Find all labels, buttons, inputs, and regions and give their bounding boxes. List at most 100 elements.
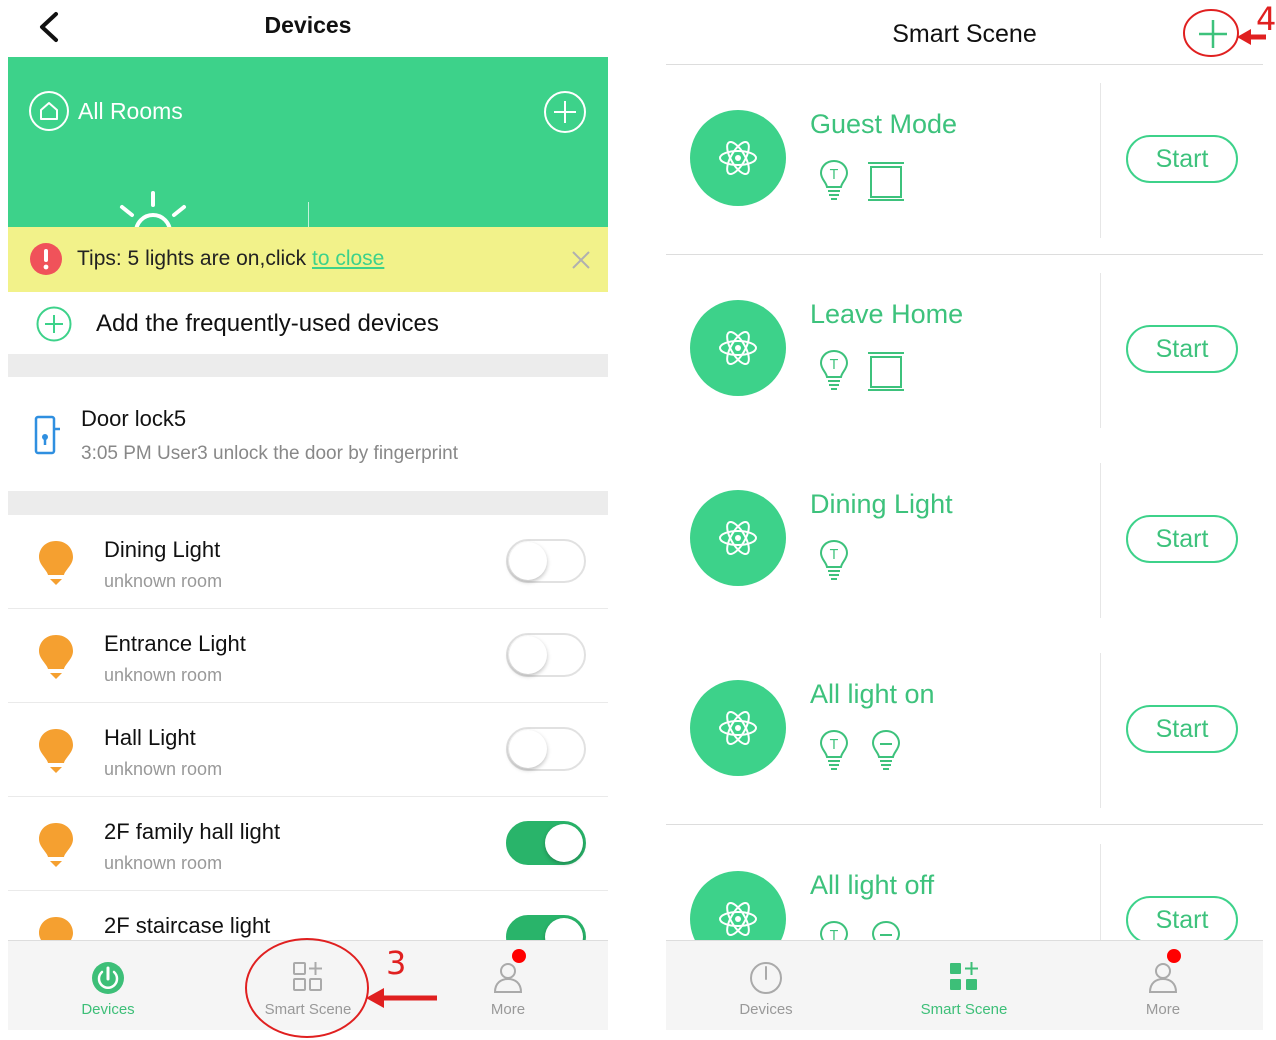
tab-smart-scene[interactable]: Smart Scene [864,941,1064,1030]
scene-name: All light on [810,679,935,709]
device-name: 2F staircase light [104,913,271,938]
tab-more[interactable]: More [1063,941,1263,1030]
device-toggle[interactable] [506,727,586,771]
scene-row[interactable]: Guest Mode T Start [666,65,1263,255]
home-icon[interactable] [28,90,70,132]
start-button[interactable]: Start [1126,325,1238,373]
device-toggle[interactable] [506,633,586,677]
all-rooms-label[interactable]: All Rooms [78,98,183,125]
tab-label: More [1145,1001,1181,1018]
row-divider [666,824,1263,825]
tab-bar: Devices Smart Scene More [8,940,608,1030]
section-separator [8,491,608,515]
start-button[interactable]: Start [1126,896,1238,944]
toggle-knob [509,542,547,580]
start-button[interactable]: Start [1126,705,1238,753]
tips-message: Tips: 5 lights are on,click [77,247,312,270]
scene-grid-icon [950,962,978,990]
screenshot-stage: Devices All Rooms Tips: 5 lights are on,… [0,0,1276,1040]
scene-row[interactable]: All light on T Start [666,635,1263,825]
tab-label: More [490,1001,526,1018]
scene-avatar [690,490,786,586]
device-row[interactable]: 2F family hall light unknown room [8,797,608,891]
door-lock-card[interactable]: Door lock5 3:05 PM User3 unlock the door… [8,377,608,491]
scene-divider [1100,653,1101,808]
scene-avatar [690,300,786,396]
scene-avatar [690,680,786,776]
atom-icon [719,521,757,555]
warning-icon [30,243,62,275]
step-3-label: 3 [386,944,407,982]
light-rays-icon [120,191,186,227]
tips-banner: Tips: 5 lights are on,click to close [8,227,608,292]
page-title: Devices [264,12,352,38]
smart-scene-screen: Smart Scene Guest Mode T Start Leave Hom… [666,0,1263,1030]
step-4-label: 4 [1256,0,1276,38]
tab-smart-scene[interactable]: Smart Scene [208,941,408,1030]
atom-icon [719,711,757,745]
power-icon [750,962,782,994]
tab-more[interactable]: More [408,941,608,1030]
atom-icon [719,331,757,365]
tab-label: Devices [739,1001,793,1018]
scene-row[interactable]: Leave Home T Start [666,255,1263,445]
close-icon[interactable] [570,249,592,271]
start-button[interactable]: Start [1126,515,1238,563]
tab-devices[interactable]: Devices [8,941,208,1030]
device-room: unknown room [104,571,223,591]
toggle-knob [509,730,547,768]
hero-divider [308,202,309,227]
device-row[interactable]: Dining Light unknown room [8,515,608,609]
tab-label: Smart Scene [264,1001,352,1018]
tab-label: Devices [81,1001,135,1018]
page-title: Smart Scene [892,20,1037,48]
notification-badge [1167,949,1181,963]
scene-divider [1100,273,1101,428]
tab-bar: Devices Smart Scene More [666,940,1263,1030]
bulb-icon [39,729,73,773]
add-frequent-devices-row[interactable]: Add the frequently-used devices [8,292,608,354]
scene-name: Dining Light [810,489,953,519]
device-name: Dining Light [104,537,221,562]
add-room-icon[interactable] [543,90,587,134]
user-icon [493,963,523,993]
tips-text: Tips: 5 lights are on,click to close [77,247,384,271]
bulb-icon: T [819,539,849,580]
toggle-knob [509,636,547,674]
scene-divider [1100,463,1101,618]
atom-icon [719,141,757,175]
door-lock-icon [34,415,60,455]
bulb-icon: T [819,159,849,200]
devices-screen: Devices All Rooms Tips: 5 lights are on,… [8,0,608,1030]
tips-close-link[interactable]: to close [312,247,384,270]
curtain-icon [868,352,904,391]
scene-grid-icon [293,962,322,991]
section-separator [8,354,608,377]
scene-name: Leave Home [810,299,964,329]
scene-row[interactable]: Dining Light T Start [666,445,1263,635]
device-room: unknown room [104,853,223,873]
bulb-minus-icon [871,729,901,770]
bulb-icon [39,635,73,679]
device-room: unknown room [104,665,223,685]
svg-text:T: T [829,168,838,183]
power-icon [92,962,124,994]
device-toggle[interactable] [506,539,586,583]
user-icon [1148,963,1178,993]
start-button[interactable]: Start [1126,135,1238,183]
device-toggle[interactable] [506,821,586,865]
atom-icon [719,902,757,936]
notification-badge [512,949,526,963]
devices-nav-bar: Devices [8,0,608,57]
bulb-icon [39,823,73,867]
device-row[interactable]: Hall Light unknown room [8,703,608,797]
tab-devices[interactable]: Devices [666,941,866,1030]
add-scene-plus-icon[interactable] [1196,17,1230,51]
door-lock-status: 3:05 PM User3 unlock the door by fingerp… [81,443,459,464]
device-row[interactable]: Entrance Light unknown room [8,609,608,703]
bulb-icon: T [819,729,849,770]
curtain-icon [868,162,904,201]
bulb-icon: T [819,349,849,390]
svg-text:T: T [829,738,838,753]
device-name: 2F family hall light [104,819,281,844]
